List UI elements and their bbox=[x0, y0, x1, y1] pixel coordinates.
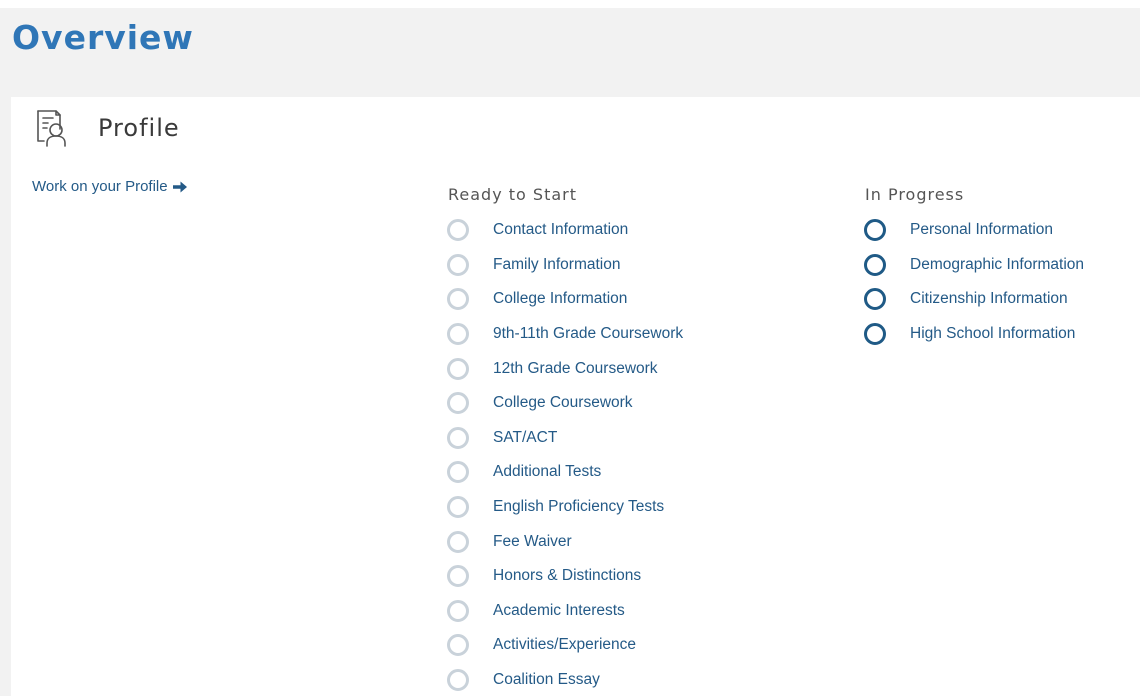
list-item-label: English Proficiency Tests bbox=[493, 498, 665, 516]
status-circle-icon bbox=[447, 599, 469, 622]
page-title: Overview bbox=[12, 18, 194, 57]
list-item-label: College Information bbox=[493, 290, 628, 308]
status-circle-icon bbox=[864, 288, 886, 311]
work-on-profile-link[interactable]: Work on your Profile bbox=[32, 177, 188, 197]
list-item[interactable]: Demographic Information bbox=[864, 248, 1084, 283]
list-item[interactable]: 12th Grade Coursework bbox=[447, 351, 683, 386]
list-item[interactable]: College Coursework bbox=[447, 386, 683, 421]
list-item[interactable]: High School Information bbox=[864, 317, 1084, 352]
list-item-label: Fee Waiver bbox=[493, 532, 572, 550]
list-item[interactable]: SAT/ACT bbox=[447, 421, 683, 456]
profile-title: Profile bbox=[98, 114, 180, 142]
list-item[interactable]: Personal Information bbox=[864, 213, 1084, 248]
list-item-label: Contact Information bbox=[493, 221, 629, 239]
status-circle-icon bbox=[447, 669, 469, 692]
status-circle-icon bbox=[447, 530, 469, 553]
status-circle-icon bbox=[447, 461, 469, 484]
list-item-label: Honors & Distinctions bbox=[493, 567, 642, 585]
status-circle-icon bbox=[864, 253, 886, 276]
list-item-label: Personal Information bbox=[910, 221, 1054, 239]
status-circle-icon bbox=[447, 392, 469, 415]
status-circle-icon bbox=[447, 219, 469, 242]
work-on-profile-label: Work on your Profile bbox=[32, 178, 168, 195]
list-item-label: Family Information bbox=[493, 255, 621, 273]
profile-header: Profile bbox=[35, 109, 180, 147]
list-item-label: Demographic Information bbox=[910, 255, 1085, 273]
list-item-label: 9th-11th Grade Coursework bbox=[493, 325, 684, 343]
list-item[interactable]: English Proficiency Tests bbox=[447, 490, 683, 525]
list-item[interactable]: Coalition Essay bbox=[447, 663, 683, 697]
status-circle-icon bbox=[447, 496, 469, 519]
profile-document-icon bbox=[35, 109, 69, 147]
list-item[interactable]: Family Information bbox=[447, 248, 683, 283]
list-item[interactable]: Fee Waiver bbox=[447, 524, 683, 559]
list-item[interactable]: Citizenship Information bbox=[864, 282, 1084, 317]
list-item[interactable]: Additional Tests bbox=[447, 455, 683, 490]
list-item[interactable]: 9th-11th Grade Coursework bbox=[447, 317, 683, 352]
list-item-label: SAT/ACT bbox=[493, 428, 558, 446]
in-progress-column: In Progress Personal Information Demogra… bbox=[864, 185, 1084, 351]
status-circle-icon bbox=[447, 565, 469, 588]
list-item[interactable]: Academic Interests bbox=[447, 594, 683, 629]
ready-to-start-list: Contact Information Family Information C… bbox=[447, 213, 683, 697]
list-item-label: High School Information bbox=[910, 325, 1076, 343]
ready-to-start-column: Ready to Start Contact Information Famil… bbox=[447, 185, 683, 697]
in-progress-heading: In Progress bbox=[865, 185, 965, 204]
list-item[interactable]: Honors & Distinctions bbox=[447, 559, 683, 594]
status-circle-icon bbox=[864, 219, 886, 242]
list-item[interactable]: Activities/Experience bbox=[447, 628, 683, 663]
list-item-label: Coalition Essay bbox=[493, 671, 600, 689]
arrow-right-icon bbox=[172, 180, 188, 194]
ready-to-start-heading: Ready to Start bbox=[448, 185, 577, 204]
status-circle-icon bbox=[447, 426, 469, 449]
list-item-label: Activities/Experience bbox=[493, 636, 637, 654]
profile-card: Profile Work on your Profile Ready to St… bbox=[11, 97, 1140, 696]
status-circle-icon bbox=[864, 323, 886, 346]
list-item-label: Academic Interests bbox=[493, 601, 625, 619]
status-circle-icon bbox=[447, 634, 469, 657]
list-item[interactable]: Contact Information bbox=[447, 213, 683, 248]
status-circle-icon bbox=[447, 323, 469, 346]
status-circle-icon bbox=[447, 288, 469, 311]
in-progress-list: Personal Information Demographic Informa… bbox=[864, 213, 1084, 351]
list-item-label: College Coursework bbox=[493, 394, 633, 412]
list-item-label: Citizenship Information bbox=[910, 290, 1068, 308]
status-circle-icon bbox=[447, 253, 469, 276]
list-item[interactable]: College Information bbox=[447, 282, 683, 317]
list-item-label: 12th Grade Coursework bbox=[493, 359, 658, 377]
status-circle-icon bbox=[447, 357, 469, 380]
list-item-label: Additional Tests bbox=[493, 463, 602, 481]
